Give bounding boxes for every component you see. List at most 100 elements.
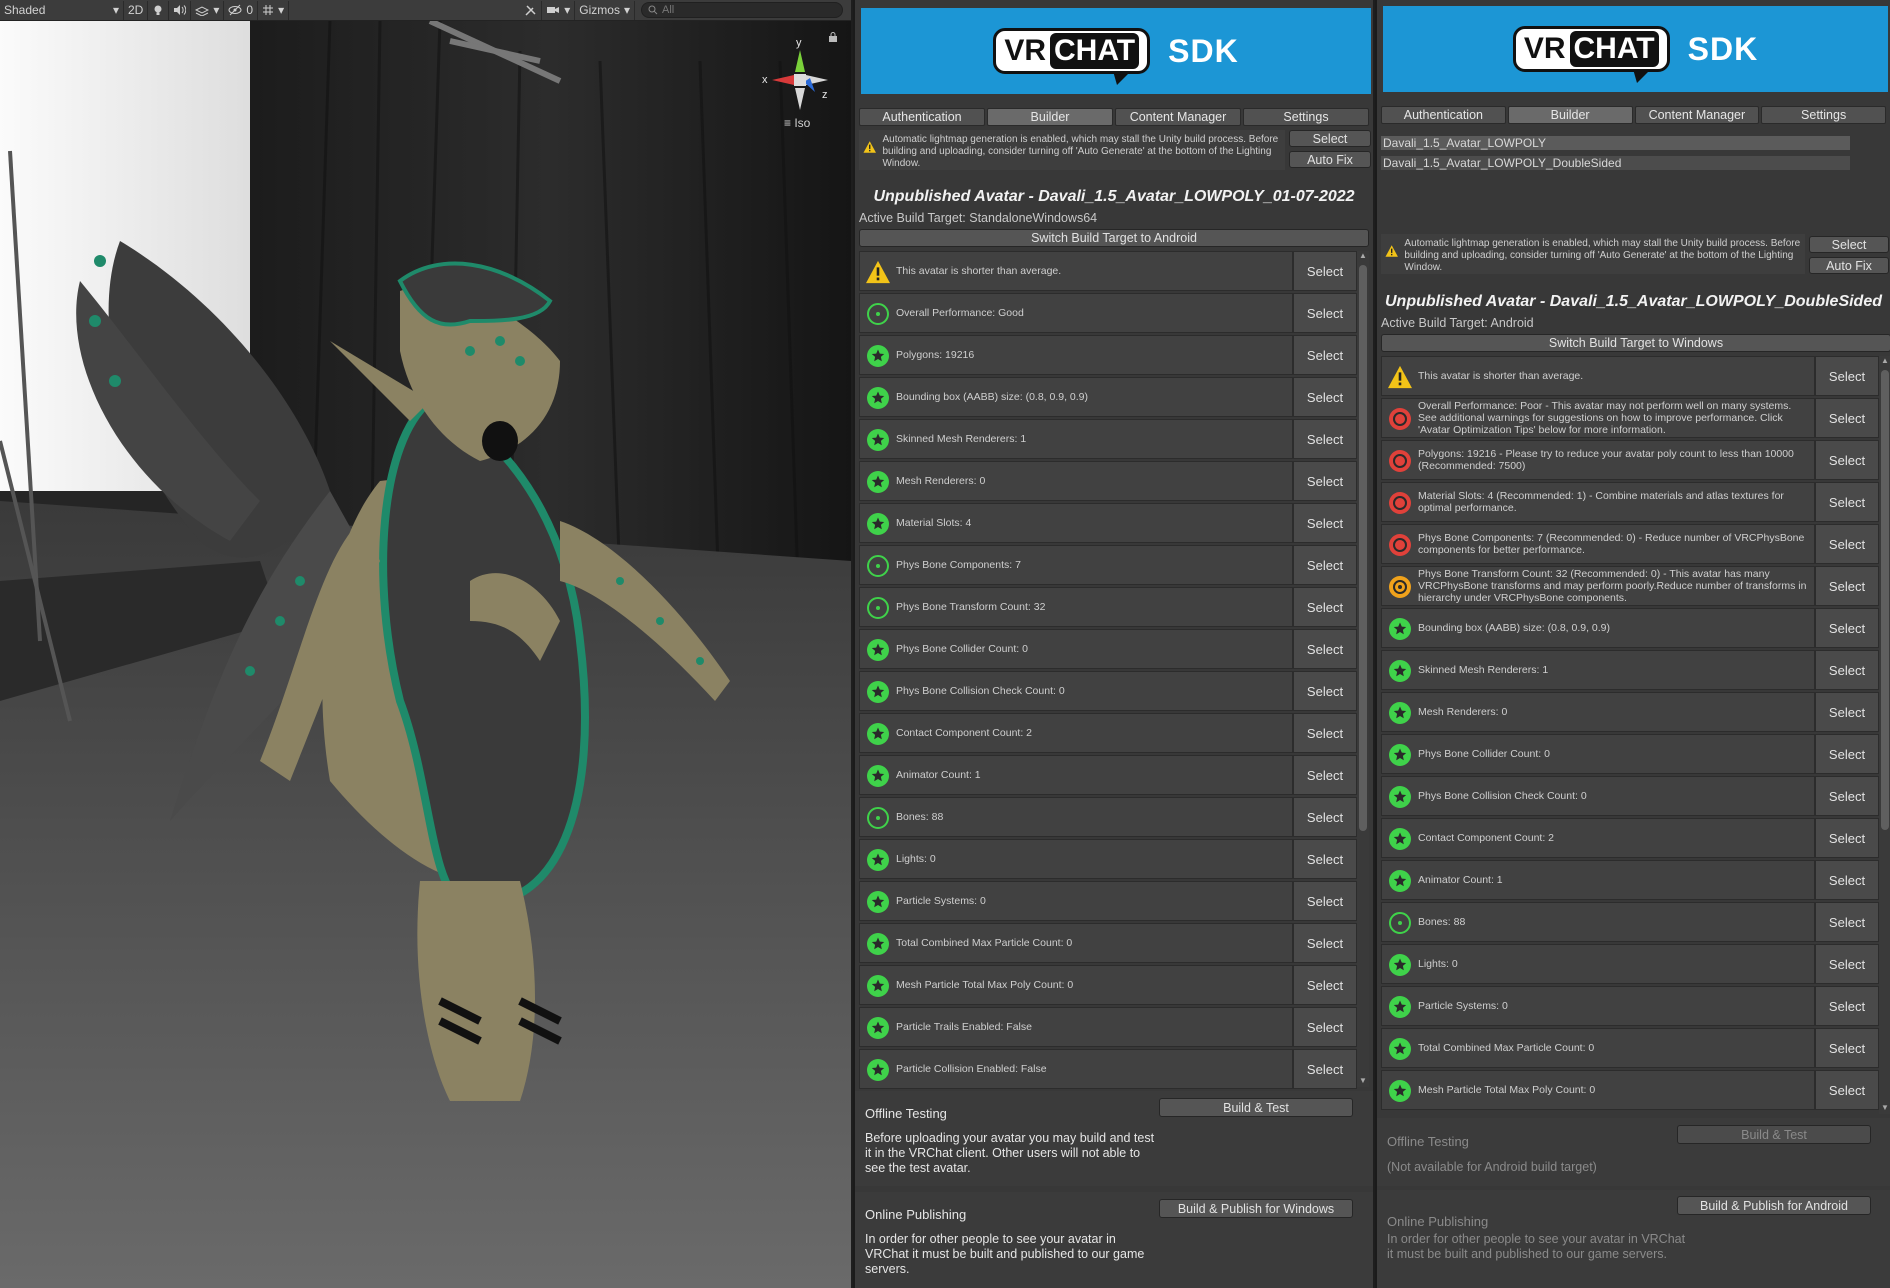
tab-builder[interactable]: Builder	[987, 108, 1113, 126]
select-button[interactable]: Select	[1814, 861, 1878, 899]
axis-y-label: y	[796, 37, 802, 49]
validation-scrollbar[interactable]: ▲ ▼	[1357, 251, 1369, 1087]
select-button[interactable]: Select	[1292, 1050, 1356, 1088]
orientation-gizmo[interactable]: y x z	[760, 30, 840, 126]
scrollbar-thumb[interactable]	[1359, 265, 1367, 831]
tab-settings[interactable]: Settings	[1761, 106, 1886, 124]
select-button[interactable]: Select	[1292, 420, 1356, 458]
validation-scrollbar[interactable]: ▲ ▼	[1879, 356, 1890, 1114]
hidden-count: 0	[246, 3, 254, 17]
lock-icon[interactable]	[828, 32, 838, 42]
tab-content-manager[interactable]: Content Manager	[1634, 106, 1760, 124]
excellent-status-icon	[865, 469, 891, 495]
select-button[interactable]: Select	[1292, 798, 1356, 836]
tab-builder[interactable]: Builder	[1507, 106, 1633, 124]
select-button[interactable]: Select	[1814, 399, 1878, 437]
scene-viewport[interactable]	[0, 21, 851, 1288]
select-button[interactable]: Select	[1292, 672, 1356, 710]
select-button[interactable]: Select	[1814, 735, 1878, 773]
validation-row: Mesh Particle Total Max Poly Count: 0 Sel…	[859, 965, 1357, 1005]
select-button[interactable]: Select	[1814, 357, 1878, 395]
validation-message: Material Slots: 4 (Recommended: 1) - Com…	[1418, 490, 1784, 514]
lightmap-select-button[interactable]: Select	[1809, 236, 1889, 253]
select-button[interactable]: Select	[1292, 1008, 1356, 1046]
2d-toggle[interactable]: 2D	[124, 0, 149, 20]
scene-view[interactable]: Shaded ▾ 2D ▾ 0 ▾ ▾ Gizmos ▾ All y x z ≡…	[0, 0, 851, 1288]
select-button[interactable]: Select	[1292, 630, 1356, 668]
validation-message: Contact Component Count: 2	[896, 727, 1032, 739]
excellent-status-icon	[865, 721, 891, 747]
validation-message: Contact Component Count: 2	[1418, 832, 1554, 844]
select-button[interactable]: Select	[1814, 987, 1878, 1025]
validation-message: Skinned Mesh Renderers: 1	[896, 433, 1027, 445]
select-button[interactable]: Select	[1814, 1029, 1878, 1067]
offline-testing-heading: Offline Testing	[1387, 1134, 1469, 1149]
select-button[interactable]: Select	[1292, 840, 1356, 878]
select-button[interactable]: Select	[1814, 1071, 1878, 1109]
speaker-icon	[174, 5, 187, 15]
scrollbar-thumb[interactable]	[1881, 370, 1889, 830]
select-button[interactable]: Select	[1292, 378, 1356, 416]
lightmap-select-button[interactable]: Select	[1289, 130, 1371, 147]
tools-toggle[interactable]	[520, 0, 543, 20]
gizmos-dropdown[interactable]: Gizmos ▾	[575, 0, 635, 20]
auto-fix-button[interactable]: Auto Fix	[1809, 257, 1889, 274]
select-button[interactable]: Select	[1292, 714, 1356, 752]
select-button[interactable]: Select	[1292, 882, 1356, 920]
avatar-list-item[interactable]: Davali_1.5_Avatar_LOWPOLY_DoubleSided	[1381, 156, 1850, 170]
select-button[interactable]: Select	[1814, 945, 1878, 983]
build-test-button[interactable]: Build & Test	[1159, 1098, 1353, 1117]
select-button[interactable]: Select	[1292, 504, 1356, 542]
hidden-objects-toggle[interactable]: 0	[224, 0, 259, 20]
unity-editor: Shaded ▾ 2D ▾ 0 ▾ ▾ Gizmos ▾ All y x z ≡…	[0, 0, 1890, 1288]
build-publish-android-button[interactable]: Build & Publish for Android	[1677, 1196, 1871, 1215]
tab-authentication[interactable]: Authentication	[859, 108, 985, 126]
validation-row: Phys Bone Transform Count: 32 (Recommend…	[1381, 566, 1879, 606]
select-button[interactable]: Select	[1814, 567, 1878, 605]
audio-toggle[interactable]	[169, 0, 192, 20]
select-button[interactable]: Select	[1292, 588, 1356, 626]
build-test-button[interactable]: Build & Test	[1677, 1125, 1871, 1144]
lighting-toggle[interactable]	[148, 0, 170, 20]
select-button[interactable]: Select	[1292, 924, 1356, 962]
validation-message: Bounding box (AABB) size: (0.8, 0.9, 0.9…	[896, 391, 1089, 403]
select-button[interactable]: Select	[1814, 525, 1878, 563]
select-button[interactable]: Select	[1292, 546, 1356, 584]
select-button[interactable]: Select	[1814, 777, 1878, 815]
grid-toggle[interactable]: ▾	[258, 0, 290, 20]
select-button[interactable]: Select	[1814, 693, 1878, 731]
projection-toggle[interactable]: ≡ Iso	[784, 116, 810, 130]
select-button[interactable]: Select	[1292, 462, 1356, 500]
select-button[interactable]: Select	[1814, 651, 1878, 689]
tab-content-manager[interactable]: Content Manager	[1115, 108, 1241, 126]
select-button[interactable]: Select	[1292, 336, 1356, 374]
validation-message: This avatar is shorter than average.	[896, 265, 1062, 277]
validation-row: Material Slots: 4 Select	[859, 503, 1357, 543]
effects-toggle[interactable]: ▾	[191, 0, 225, 20]
select-button[interactable]: Select	[1814, 483, 1878, 521]
tab-settings[interactable]: Settings	[1243, 108, 1369, 126]
shading-mode-dropdown[interactable]: Shaded ▾	[0, 0, 124, 20]
auto-fix-button[interactable]: Auto Fix	[1289, 151, 1371, 168]
select-button[interactable]: Select	[1814, 609, 1878, 647]
offline-testing-section: Offline Testing Build & Test Before uplo…	[855, 1091, 1373, 1186]
select-button[interactable]: Select	[1814, 441, 1878, 479]
select-button[interactable]: Select	[1292, 756, 1356, 794]
camera-settings-dropdown[interactable]: ▾	[542, 0, 576, 20]
select-button[interactable]: Select	[1292, 252, 1356, 290]
select-button[interactable]: Select	[1814, 819, 1878, 857]
avatar-list-item[interactable]: Davali_1.5_Avatar_LOWPOLY	[1381, 136, 1850, 150]
chevron-down-icon: ▾	[112, 3, 119, 17]
switch-build-target-button[interactable]: Switch Build Target to Windows	[1381, 334, 1890, 352]
build-publish-windows-button[interactable]: Build & Publish for Windows	[1159, 1199, 1353, 1218]
select-button[interactable]: Select	[1292, 966, 1356, 1004]
warning-icon	[863, 141, 876, 153]
scene-search-input[interactable]: All	[641, 2, 843, 18]
switch-build-target-button[interactable]: Switch Build Target to Android	[859, 229, 1369, 247]
select-button[interactable]: Select	[1814, 903, 1878, 941]
sdk-tab-bar: Authentication Builder Content Manager S…	[1381, 106, 1886, 124]
validation-row: Particle Trails Enabled: False Select	[859, 1007, 1357, 1047]
select-button[interactable]: Select	[1292, 294, 1356, 332]
lightmap-warning: Automatic lightmap generation is enabled…	[1381, 234, 1805, 274]
tab-authentication[interactable]: Authentication	[1381, 106, 1506, 124]
